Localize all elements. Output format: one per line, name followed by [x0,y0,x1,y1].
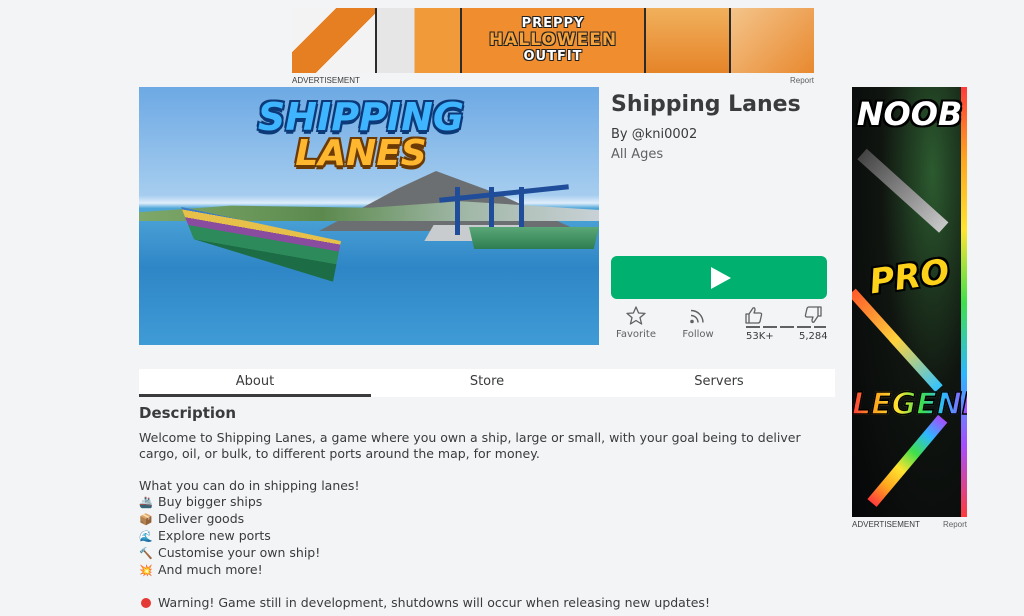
follow-button[interactable]: Follow [671,306,725,340]
ad-sword-image [857,148,949,233]
ad-report-link[interactable]: Report [943,520,967,529]
play-button[interactable] [611,256,827,299]
ad-image-tile [731,8,814,73]
ad-sword-image [852,288,943,392]
list-item-text: Buy bigger ships [158,494,263,509]
game-tabs: About Store Servers [139,369,835,397]
ad-label: ADVERTISEMENT [292,76,360,85]
hammer-icon: 🔨 [139,547,153,560]
ad-label: ADVERTISEMENT [852,520,920,529]
game-title: Shipping Lanes [611,92,801,117]
favorite-button[interactable]: Favorite [609,306,663,340]
ad-headline-line: PREPPY [521,15,585,31]
ad-image-tile [646,8,732,73]
age-rating: All Ages [611,147,664,162]
list-item-text: Explore new ports [158,528,271,543]
tab-store[interactable]: Store [371,369,603,397]
thumbs-up-icon [745,307,763,324]
ad-headline-line: HALLOWEEN [488,30,618,51]
thumbnail-tanker-ship [469,227,599,249]
vote-ratio-bar [746,326,826,328]
explosion-icon: 💥 [139,564,153,577]
tab-servers[interactable]: Servers [603,369,835,397]
upvote-button[interactable] [744,306,772,328]
thumbs-down-icon [804,306,822,323]
list-item-text: And much more! [158,562,263,577]
wave-icon: 🌊 [139,530,153,543]
thumbnail-crane [455,187,460,235]
description-list-heading: What you can do in shipping lanes! [139,478,360,493]
follow-label: Follow [682,329,714,340]
package-icon: 📦 [139,513,153,526]
top-ad-banner[interactable]: PREPPY HALLOWEEN OUTFIT [292,8,814,73]
ad-decoration [961,87,967,517]
thumbnail-logo-line: LANES [295,133,427,174]
warning-text: Warning! Game still in development, shut… [158,595,710,610]
downvote-count: 5,284 [799,331,828,342]
game-thumbnail[interactable]: SHIPPING LANES [139,87,599,345]
ship-icon: 🚢 [139,496,153,509]
description-body: Welcome to Shipping Lanes, a game where … [139,430,829,611]
favorite-label: Favorite [616,329,656,340]
ad-report-link[interactable]: Report [790,76,814,85]
list-item: 🌊 Explore new ports [139,528,829,545]
downvote-button[interactable] [803,306,829,328]
side-ad-banner[interactable]: NOOB PRO LEGEND [852,87,967,517]
creator-link[interactable]: @kni0002 [632,127,697,142]
ad-word: PRO [867,251,952,303]
ad-headline-line: OUTFIT [523,48,583,64]
list-item: 📦 Deliver goods [139,511,829,528]
creator-by-label: By [611,127,628,142]
ad-word: LEGEND [852,386,967,423]
description-heading: Description [139,404,237,422]
list-item-text: Deliver goods [158,511,245,526]
ad-image-tile [376,8,462,73]
ad-headline: PREPPY HALLOWEEN OUTFIT [461,8,647,73]
ad-sword-image [867,414,948,507]
star-icon [626,306,646,325]
play-icon [711,266,731,289]
list-item: 💥 And much more! [139,562,829,579]
ad-word: NOOB [856,95,963,133]
creator-line: By @kni0002 [611,127,697,142]
tab-about[interactable]: About [139,369,371,397]
list-item: 🚢 Buy bigger ships [139,494,829,511]
ad-image-tile [292,8,377,73]
description-intro: Welcome to Shipping Lanes, a game where … [139,430,801,461]
warning-line: Warning! Game still in development, shut… [139,595,829,611]
list-item-text: Customise your own ship! [158,545,321,560]
upvote-count: 53K+ [746,331,774,342]
rss-follow-icon [690,309,704,324]
list-item: 🔨 Customise your own ship! [139,545,829,562]
red-circle-icon [141,598,151,608]
